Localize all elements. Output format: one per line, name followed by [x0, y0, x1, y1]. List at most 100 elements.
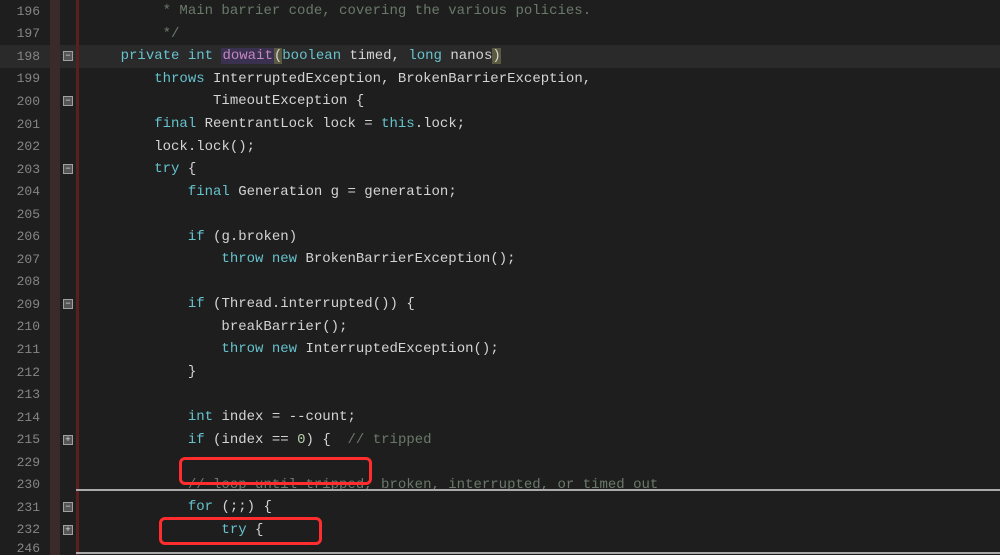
- fold-col: [60, 316, 76, 339]
- code-content[interactable]: throws InterruptedException, BrokenBarri…: [79, 68, 1000, 91]
- code-line: 196 * Main barrier code, covering the va…: [0, 0, 1000, 23]
- keyword: try: [221, 522, 246, 538]
- code-line: 202 lock.lock();: [0, 135, 1000, 158]
- fold-col[interactable]: +: [60, 519, 76, 542]
- gutter-num: 232: [0, 519, 50, 542]
- marker-col: [50, 541, 60, 555]
- code-content[interactable]: [79, 383, 1000, 406]
- paren: ): [492, 48, 500, 64]
- keyword: long: [408, 48, 442, 64]
- gutter-num: 212: [0, 361, 50, 384]
- code-line: 199 throws InterruptedException, BrokenB…: [0, 68, 1000, 91]
- fold-col: [60, 135, 76, 158]
- marker-col: [50, 113, 60, 136]
- keyword: if: [188, 432, 205, 448]
- fold-col[interactable]: −: [60, 158, 76, 181]
- identifier: nanos: [450, 48, 492, 64]
- code-line: 212 }: [0, 361, 1000, 384]
- code-content[interactable]: for (;;) {: [79, 496, 1000, 519]
- fold-col: [60, 271, 76, 294]
- code-content[interactable]: TimeoutException {: [79, 90, 1000, 113]
- code-line: 230 // loop until tripped, broken, inter…: [0, 473, 1000, 496]
- code-content[interactable]: int index = --count;: [79, 406, 1000, 429]
- code-line: 200 − TimeoutException {: [0, 90, 1000, 113]
- code-line: 209 − if (Thread.interrupted()) {: [0, 293, 1000, 316]
- code-content[interactable]: throw new InterruptedException();: [79, 338, 1000, 361]
- code-content[interactable]: [79, 203, 1000, 226]
- code-content[interactable]: try {: [79, 158, 1000, 181]
- code-content[interactable]: breakBarrier();: [79, 316, 1000, 339]
- fold-col: [60, 248, 76, 271]
- keyword: throw: [221, 341, 263, 357]
- code-content[interactable]: * Main barrier code, covering the variou…: [79, 0, 1000, 23]
- comment: * Main barrier code, covering the variou…: [163, 3, 591, 19]
- code-content[interactable]: throw new BrokenBarrierException();: [79, 248, 1000, 271]
- fold-minus-icon[interactable]: −: [63, 164, 73, 174]
- number-literal: 0: [297, 432, 305, 448]
- fold-minus-icon[interactable]: −: [63, 51, 73, 61]
- gutter-num: 196: [0, 0, 50, 23]
- gutter-num: 230: [0, 473, 50, 496]
- code-content[interactable]: try {: [79, 519, 1000, 542]
- fold-minus-icon[interactable]: −: [63, 96, 73, 106]
- identifier: g: [221, 229, 229, 245]
- code-content[interactable]: if (g.broken): [79, 225, 1000, 248]
- fold-col[interactable]: −: [60, 45, 76, 68]
- fold-plus-icon[interactable]: +: [63, 525, 73, 535]
- marker-col: [50, 90, 60, 113]
- fold-col[interactable]: −: [60, 293, 76, 316]
- code-content[interactable]: }: [79, 361, 1000, 384]
- field: count: [306, 409, 348, 425]
- fold-plus-icon[interactable]: +: [63, 435, 73, 445]
- identifier: index: [221, 409, 263, 425]
- marker-col: [50, 519, 60, 542]
- fold-minus-icon[interactable]: −: [63, 299, 73, 309]
- code-content[interactable]: final ReentrantLock lock = this.lock;: [79, 113, 1000, 136]
- gutter-num: 210: [0, 316, 50, 339]
- fold-col[interactable]: −: [60, 90, 76, 113]
- gutter-num: 197: [0, 23, 50, 46]
- marker-col: [50, 406, 60, 429]
- fold-minus-icon[interactable]: −: [63, 502, 73, 512]
- comment: */: [163, 26, 180, 42]
- code-content[interactable]: // loop until tripped, broken, interrupt…: [79, 473, 1000, 496]
- fold-col: [60, 406, 76, 429]
- fold-col: [60, 180, 76, 203]
- code-content[interactable]: [79, 271, 1000, 294]
- code-content[interactable]: final Generation g = generation;: [79, 180, 1000, 203]
- keyword: for: [188, 499, 213, 515]
- code-line: 205: [0, 203, 1000, 226]
- code-line: 206 if (g.broken): [0, 225, 1000, 248]
- code-content[interactable]: if (Thread.interrupted()) {: [79, 293, 1000, 316]
- code-content[interactable]: [79, 451, 1000, 474]
- code-editor[interactable]: 196 * Main barrier code, covering the va…: [0, 0, 1000, 555]
- code-content[interactable]: lock.lock();: [79, 135, 1000, 158]
- code-line: 197 */: [0, 23, 1000, 46]
- marker-col: [50, 451, 60, 474]
- keyword: int: [188, 48, 213, 64]
- code-line: 232 + try {: [0, 519, 1000, 542]
- keyword: final: [154, 116, 196, 132]
- marker-col: [50, 293, 60, 316]
- marker-col: [50, 271, 60, 294]
- type-ref: InterruptedException: [213, 71, 381, 87]
- code-content[interactable]: private int dowait(boolean timed, long n…: [79, 45, 1000, 68]
- fold-col: [60, 225, 76, 248]
- keyword: throws: [154, 71, 204, 87]
- code-line: 213: [0, 383, 1000, 406]
- marker-col: [50, 496, 60, 519]
- fold-col[interactable]: −: [60, 496, 76, 519]
- identifier: g: [331, 184, 339, 200]
- code-content[interactable]: if (index == 0) { // tripped: [79, 428, 1000, 451]
- marker-col: [50, 473, 60, 496]
- method-name: dowait: [221, 48, 273, 64]
- marker-col: [50, 135, 60, 158]
- fold-col[interactable]: +: [60, 428, 76, 451]
- code-line: 215 + if (index == 0) { // tripped: [0, 428, 1000, 451]
- identifier: lock: [322, 116, 356, 132]
- method-call: breakBarrier: [221, 319, 322, 335]
- code-line: 229: [0, 451, 1000, 474]
- marker-col: [50, 45, 60, 68]
- code-line: 210 breakBarrier();: [0, 316, 1000, 339]
- code-content[interactable]: */: [79, 23, 1000, 46]
